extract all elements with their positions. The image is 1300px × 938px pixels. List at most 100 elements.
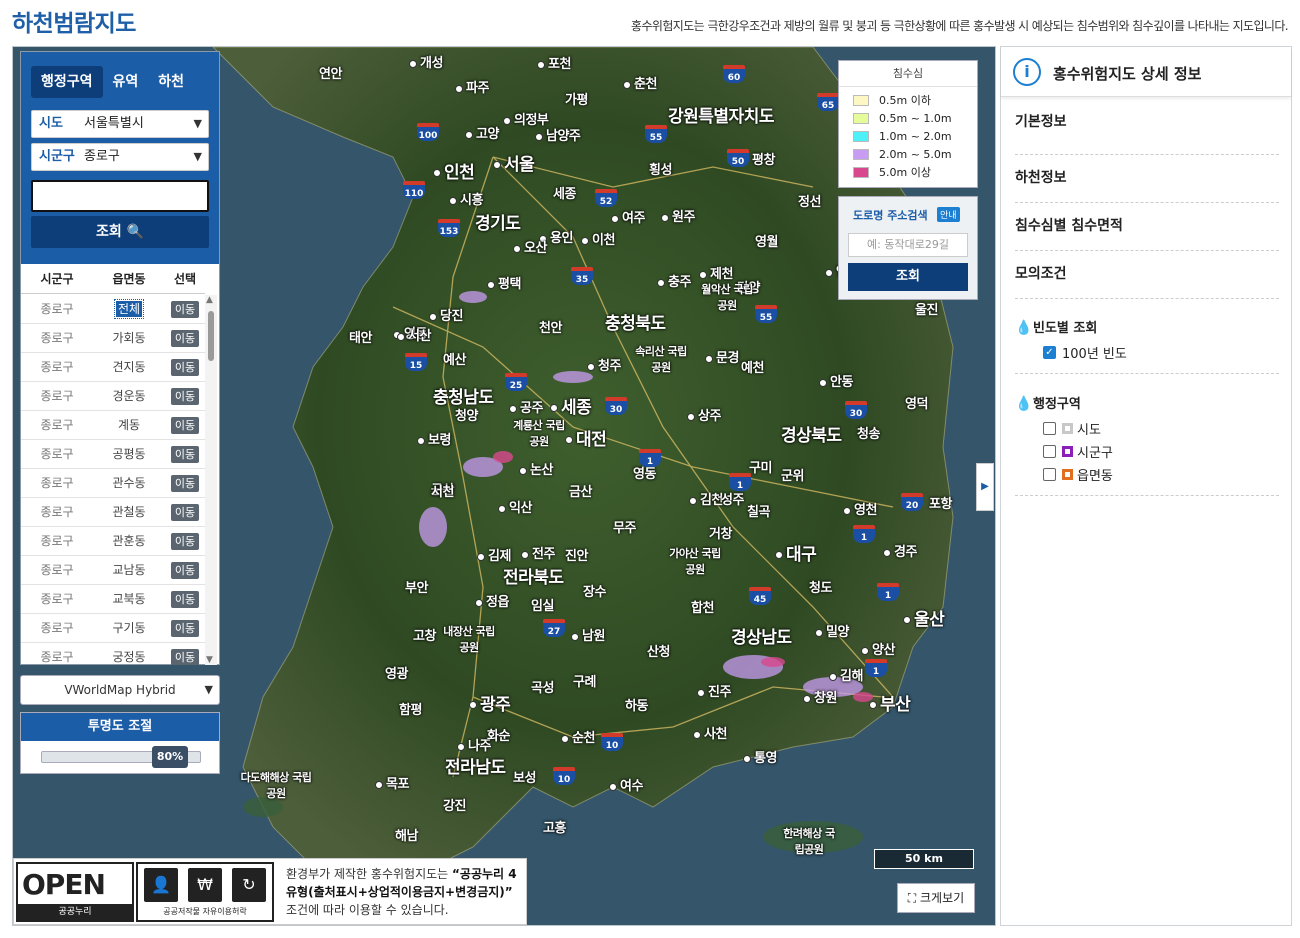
address-guide-badge[interactable]: 안내 bbox=[937, 207, 960, 222]
table-row: 종로구 가회동 이동 bbox=[21, 324, 205, 353]
section-river-info[interactable]: 하천정보 bbox=[1015, 167, 1279, 203]
map-label-city: 오산 bbox=[513, 237, 547, 256]
section-flood-area[interactable]: 침수심별 침수면적 bbox=[1015, 215, 1279, 251]
map-label-city: 파주 bbox=[455, 77, 489, 96]
address-input[interactable]: 예: 동작대로29길 bbox=[848, 233, 968, 257]
admin-layer-checkbox[interactable]: 읍면동 bbox=[1043, 465, 1113, 484]
fullscreen-button[interactable]: ⛶ 크게보기 bbox=[897, 883, 975, 913]
move-button[interactable]: 이동 bbox=[171, 591, 199, 608]
tab-river[interactable]: 하천 bbox=[148, 66, 194, 98]
sigungu-value: 종로구 bbox=[84, 149, 120, 164]
checkbox-icon[interactable] bbox=[1043, 422, 1056, 435]
scroll-up-icon[interactable]: ▲ bbox=[206, 295, 213, 305]
row-sigungu: 종로구 bbox=[40, 505, 74, 519]
move-button[interactable]: 이동 bbox=[171, 388, 199, 405]
map-label-city: 순천 bbox=[561, 727, 595, 746]
highway-shield: 55 bbox=[755, 305, 777, 323]
legend-label: 0.5m ~ 1.0m bbox=[879, 111, 952, 125]
row-select: 이동 bbox=[165, 469, 205, 497]
layer-color-icon bbox=[1062, 446, 1073, 457]
tab-admin-region[interactable]: 행정구역 bbox=[31, 66, 103, 98]
map-label-park: 속리산 국립공원 bbox=[635, 345, 687, 374]
move-button[interactable]: 이동 bbox=[171, 301, 199, 318]
list-scrollbar[interactable]: ▲ ▼ bbox=[205, 295, 217, 665]
map-label-city: 청양 bbox=[455, 409, 478, 424]
panel-collapse-toggle[interactable]: ▶ bbox=[976, 463, 994, 511]
admin-layer-checkbox[interactable]: 시군구 bbox=[1043, 442, 1113, 461]
admin-layer-checkbox[interactable]: 시도 bbox=[1043, 419, 1101, 438]
map-label-city: 창원 bbox=[803, 687, 837, 706]
legend-item: 5.0m 이상 bbox=[839, 163, 977, 181]
opacity-slider[interactable]: 80% bbox=[41, 746, 201, 768]
highway-shield: 1 bbox=[729, 473, 751, 491]
row-sigungu: 종로구 bbox=[40, 389, 74, 403]
highway-shield: 1 bbox=[639, 449, 661, 467]
row-select: 이동 bbox=[165, 295, 205, 323]
map-label-city: 서산 bbox=[397, 325, 431, 344]
move-button[interactable]: 이동 bbox=[171, 417, 199, 434]
map-label-city: 울진 bbox=[915, 303, 938, 318]
highway-shield: 50 bbox=[727, 149, 749, 167]
scroll-thumb[interactable] bbox=[208, 311, 214, 361]
section-basic-info[interactable]: 기본정보 bbox=[1015, 111, 1279, 155]
map-label-city: 예산 bbox=[443, 353, 466, 368]
map-label-city: 사천 bbox=[693, 723, 727, 742]
highway-shield: 100 bbox=[417, 123, 439, 141]
move-button[interactable]: 이동 bbox=[171, 359, 199, 376]
move-button[interactable]: 이동 bbox=[171, 649, 199, 665]
basemap-select[interactable]: VWorldMap Hybrid ▼ bbox=[20, 675, 220, 705]
section-simulation[interactable]: 모의조건 bbox=[1015, 263, 1279, 299]
map-label-province: 전라남도 bbox=[445, 758, 506, 778]
scroll-down-icon[interactable]: ▼ bbox=[206, 655, 213, 665]
highway-shield: 10 bbox=[553, 767, 575, 785]
water-drop-icon: 💧 bbox=[1015, 320, 1033, 336]
header: 하천범람지도 홍수위험지도는 극한강우조건과 제방의 월류 및 붕괴 등 극한상… bbox=[0, 0, 1300, 46]
move-button[interactable]: 이동 bbox=[171, 330, 199, 347]
sido-select[interactable]: 시도 서울특별시 ▼ bbox=[31, 110, 209, 138]
map-label-city: 해남 bbox=[395, 829, 418, 844]
map-label-city: 고창 bbox=[413, 629, 436, 644]
map-label-city: 여수 bbox=[609, 775, 643, 794]
admin-layer-heading: 💧행정구역 bbox=[1015, 396, 1081, 412]
map-label-city: 광주 bbox=[469, 690, 511, 715]
list-header: 시군구 읍면동 선택 bbox=[21, 264, 205, 294]
legend-swatch bbox=[853, 166, 869, 178]
sigungu-select[interactable]: 시군구 종로구 ▼ bbox=[31, 143, 209, 171]
checkbox-icon[interactable] bbox=[1043, 468, 1056, 481]
map-label-city: 강진 bbox=[443, 799, 466, 814]
move-button[interactable]: 이동 bbox=[171, 446, 199, 463]
map-label-city: 보성 bbox=[513, 771, 536, 786]
table-row: 종로구 계동 이동 bbox=[21, 411, 205, 440]
frequency-checkbox[interactable]: ✓ 100년 빈도 bbox=[1043, 343, 1127, 362]
checkbox-checked-icon[interactable]: ✓ bbox=[1043, 346, 1056, 359]
map-label-city: 세종 bbox=[553, 187, 576, 202]
row-sigungu: 종로구 bbox=[40, 621, 74, 635]
chevron-down-icon: ▼ bbox=[193, 150, 202, 163]
map-label-city: 횡성 bbox=[649, 163, 672, 178]
map-label-city: 보령 bbox=[417, 429, 451, 448]
move-button[interactable]: 이동 bbox=[171, 533, 199, 550]
checkbox-icon[interactable] bbox=[1043, 445, 1056, 458]
move-button[interactable]: 이동 bbox=[171, 504, 199, 521]
keyword-input[interactable] bbox=[31, 180, 209, 212]
map-label-city: 청도 bbox=[809, 581, 832, 596]
table-row: 종로구 궁정동 이동 bbox=[21, 643, 205, 665]
attribution-icon: 👤 bbox=[144, 868, 178, 902]
address-query-button[interactable]: 조회 bbox=[848, 263, 968, 291]
tab-basin[interactable]: 유역 bbox=[103, 66, 149, 98]
expand-icon: ⛶ bbox=[907, 891, 921, 905]
divider bbox=[1015, 495, 1279, 496]
table-row: 종로구 경운동 이동 bbox=[21, 382, 205, 411]
map-label-park: 월악산 국립공원 bbox=[701, 283, 753, 312]
address-search-box: 도로명 주소검색 안내 예: 동작대로29길 조회 bbox=[838, 196, 978, 300]
search-box: 행정구역 유역 하천 시도 서울특별시 ▼ 시군구 종로구 ▼ 조회 🔍 bbox=[21, 52, 219, 264]
move-button[interactable]: 이동 bbox=[171, 562, 199, 579]
query-button[interactable]: 조회 🔍 bbox=[31, 216, 209, 248]
open-logo-sub: 공공누리 bbox=[18, 904, 132, 920]
move-button[interactable]: 이동 bbox=[171, 475, 199, 492]
map-label-city: 연안 bbox=[319, 67, 342, 82]
map-label-province: 강원특별자치도 bbox=[668, 107, 774, 127]
opacity-slider-handle[interactable]: 80% bbox=[152, 746, 188, 768]
highway-shield: 10 bbox=[601, 733, 623, 751]
move-button[interactable]: 이동 bbox=[171, 620, 199, 637]
